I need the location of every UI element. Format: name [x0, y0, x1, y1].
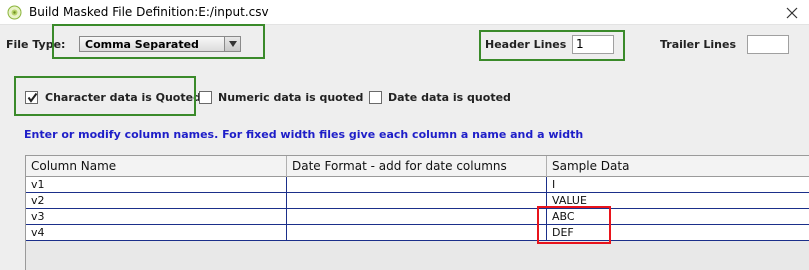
column-header-date-format[interactable]: Date Format - add for date columns: [287, 156, 547, 177]
trailer-lines-input[interactable]: [747, 35, 789, 54]
table-row[interactable]: v3 ABC: [26, 209, 809, 225]
cell-column-name[interactable]: v3: [26, 209, 287, 224]
close-icon[interactable]: [783, 4, 801, 22]
trailer-lines-label: Trailer Lines: [660, 38, 737, 51]
cell-date-format[interactable]: [287, 225, 547, 240]
column-definition-table[interactable]: Column Name Date Format - add for date c…: [25, 155, 809, 270]
table-row[interactable]: v2 VALUE: [26, 193, 809, 209]
highlight-box-character-quoted: [14, 76, 196, 116]
highlight-box-sample-data: [537, 206, 611, 244]
java-app-icon: [7, 5, 22, 20]
window-title: Build Masked File Definition:E:/input.cs…: [29, 5, 269, 19]
column-header-name[interactable]: Column Name: [26, 156, 287, 177]
cell-column-name[interactable]: v4: [26, 225, 287, 240]
table-row[interactable]: v1 I: [26, 177, 809, 193]
table-row[interactable]: v4 DEF: [26, 225, 809, 241]
cell-date-format[interactable]: [287, 177, 547, 192]
cell-column-name[interactable]: v1: [26, 177, 287, 192]
table-header: Column Name Date Format - add for date c…: [26, 155, 809, 177]
highlight-box-header-lines: [479, 30, 625, 61]
window-titlebar[interactable]: Build Masked File Definition:E:/input.cs…: [0, 0, 809, 25]
instruction-text: Enter or modify column names. For fixed …: [24, 128, 584, 141]
highlight-box-file-type: [52, 24, 265, 59]
numeric-quoted-checkbox[interactable]: [199, 91, 212, 104]
date-quoted-label: Date data is quoted: [388, 91, 511, 104]
column-header-sample-data[interactable]: Sample Data: [547, 156, 809, 177]
cell-date-format[interactable]: [287, 209, 547, 224]
cell-column-name[interactable]: v2: [26, 193, 287, 208]
cell-date-format[interactable]: [287, 193, 547, 208]
date-quoted-checkbox[interactable]: [369, 91, 382, 104]
numeric-quoted-label: Numeric data is quoted: [218, 91, 364, 104]
cell-sample-data[interactable]: I: [547, 177, 809, 192]
